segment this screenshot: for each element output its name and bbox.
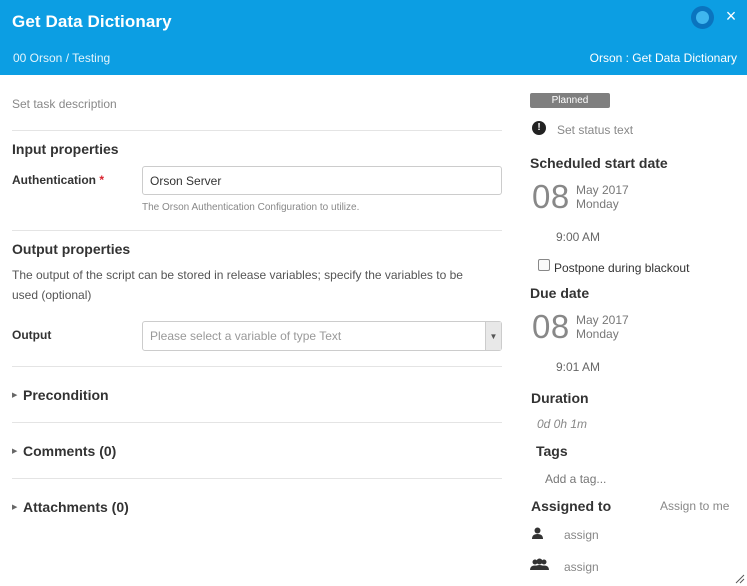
divider bbox=[12, 422, 502, 423]
input-properties-title: Input properties bbox=[12, 141, 119, 157]
due-date-title: Due date bbox=[530, 285, 590, 301]
caret-right-icon: ▶ bbox=[12, 504, 18, 511]
close-icon[interactable]: × bbox=[724, 7, 738, 25]
scheduled-start-time[interactable]: 9:00 AM bbox=[556, 230, 600, 244]
comments-label: Comments (0) bbox=[23, 443, 117, 459]
task-path: Orson : Get Data Dictionary bbox=[589, 51, 737, 65]
postpone-checkbox[interactable] bbox=[538, 259, 550, 271]
authentication-label: Authentication * bbox=[12, 173, 104, 187]
attachments-label: Attachments (0) bbox=[23, 499, 129, 515]
dialog-title: Get Data Dictionary bbox=[12, 12, 172, 31]
scheduled-start-month: May 2017 bbox=[576, 183, 629, 197]
attachments-toggle[interactable]: ▶ Attachments (0) bbox=[12, 499, 129, 515]
divider bbox=[12, 366, 502, 367]
exclamation-circle-icon: ! bbox=[532, 121, 546, 135]
team-icon bbox=[530, 558, 549, 570]
due-date-month: May 2017 bbox=[576, 313, 629, 327]
assigned-to-title: Assigned to bbox=[531, 498, 612, 514]
authentication-input[interactable]: Orson Server bbox=[142, 166, 502, 195]
duration-title: Duration bbox=[531, 390, 589, 406]
precondition-label: Precondition bbox=[23, 387, 109, 403]
postpone-label: Postpone during blackout bbox=[554, 261, 690, 275]
duration-value[interactable]: 0d 0h 1m bbox=[537, 417, 587, 431]
output-properties-description: The output of the script can be stored i… bbox=[12, 268, 463, 302]
scheduled-start-day[interactable]: 08 bbox=[532, 178, 570, 216]
caret-right-icon: ▶ bbox=[12, 392, 18, 399]
spinner-icon bbox=[691, 6, 714, 29]
output-placeholder: Please select a variable of type Text bbox=[150, 329, 342, 343]
add-tag-input[interactable]: Add a tag... bbox=[545, 472, 606, 486]
caret-right-icon: ▶ bbox=[12, 448, 18, 455]
scheduled-start-weekday: Monday bbox=[576, 197, 619, 211]
status-text-field[interactable]: Set status text bbox=[557, 123, 633, 137]
user-assign-field[interactable]: assign bbox=[564, 528, 599, 542]
authentication-label-text: Authentication bbox=[12, 173, 96, 187]
divider bbox=[12, 130, 502, 131]
status-badge: Planned bbox=[530, 93, 610, 108]
assign-to-me-link[interactable]: Assign to me bbox=[660, 499, 729, 513]
required-marker: * bbox=[99, 173, 105, 187]
authentication-hint: The Orson Authentication Configuration t… bbox=[142, 202, 360, 213]
comments-toggle[interactable]: ▶ Comments (0) bbox=[12, 443, 116, 459]
output-variable-select[interactable]: Please select a variable of type Text ▼ bbox=[142, 321, 502, 351]
breadcrumb[interactable]: 00 Orson / Testing bbox=[13, 51, 110, 65]
divider bbox=[12, 478, 502, 479]
authentication-value: Orson Server bbox=[150, 173, 222, 188]
user-icon bbox=[532, 527, 543, 539]
due-date-weekday: Monday bbox=[576, 327, 619, 341]
output-label: Output bbox=[12, 328, 52, 342]
resize-handle-icon[interactable] bbox=[733, 572, 745, 584]
team-assign-field[interactable]: assign bbox=[564, 560, 599, 574]
caret-down-icon[interactable]: ▼ bbox=[485, 322, 501, 350]
tags-title: Tags bbox=[536, 443, 568, 459]
due-date-day[interactable]: 08 bbox=[532, 308, 570, 346]
dialog-header: Get Data Dictionary × 00 Orson / Testing… bbox=[0, 0, 747, 75]
divider bbox=[12, 230, 502, 231]
scheduled-start-title: Scheduled start date bbox=[530, 155, 668, 171]
precondition-toggle[interactable]: ▶ Precondition bbox=[12, 387, 109, 403]
task-description-field[interactable]: Set task description bbox=[12, 97, 117, 111]
output-properties-title: Output properties bbox=[12, 241, 131, 257]
due-date-time[interactable]: 9:01 AM bbox=[556, 360, 600, 374]
